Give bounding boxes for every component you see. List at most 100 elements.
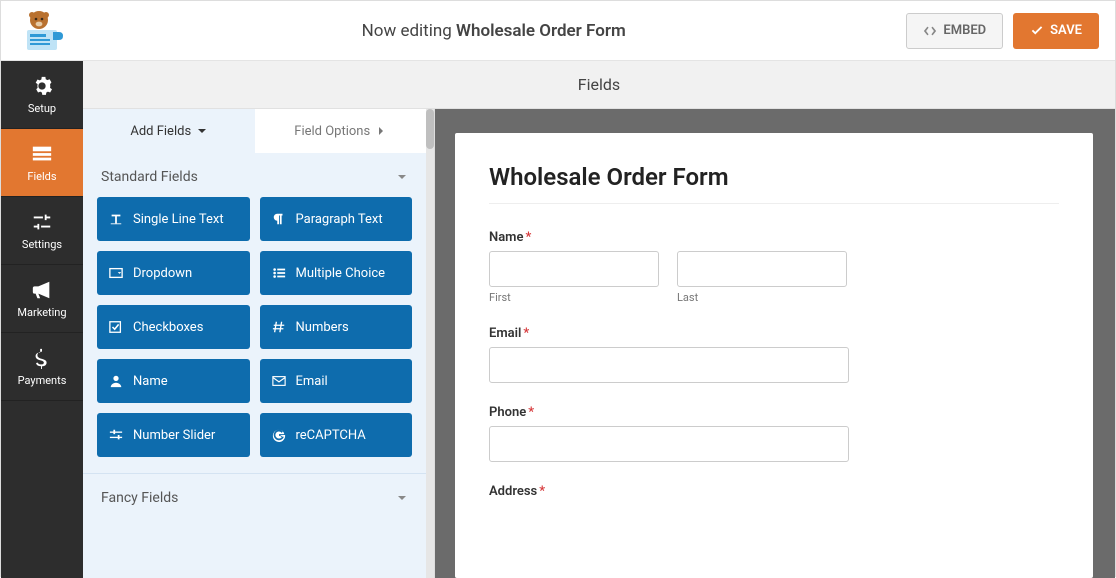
field-btn-multiple-choice[interactable]: Multiple Choice bbox=[260, 251, 413, 295]
dollar-icon bbox=[31, 347, 53, 369]
field-btn-single-line-text[interactable]: Single Line Text bbox=[97, 197, 250, 241]
divider bbox=[489, 203, 1059, 204]
nav-item-marketing[interactable]: Marketing bbox=[1, 265, 83, 333]
name-label: Name* bbox=[489, 230, 1059, 245]
nav-label: Setup bbox=[28, 102, 56, 115]
label-text: Name bbox=[489, 230, 523, 245]
editing-title: Now editing Wholesale Order Form bbox=[81, 21, 906, 41]
check-icon bbox=[1030, 24, 1044, 38]
tab-label: Add Fields bbox=[130, 124, 191, 139]
field-btn-number-slider[interactable]: Number Slider bbox=[97, 413, 250, 457]
group-standard-fields[interactable]: Standard Fields bbox=[83, 153, 426, 197]
form-icon bbox=[31, 143, 53, 165]
label-text: Phone bbox=[489, 405, 526, 420]
field-btn-label: Number Slider bbox=[133, 428, 215, 443]
form-row-address: Address* bbox=[489, 484, 1059, 499]
tab-field-options[interactable]: Field Options bbox=[255, 109, 427, 153]
section-heading: Fields bbox=[83, 61, 1115, 109]
paragraph-icon bbox=[272, 212, 286, 226]
last-name-input[interactable] bbox=[677, 251, 847, 287]
embed-label: EMBED bbox=[943, 23, 986, 38]
field-btn-dropdown[interactable]: Dropdown bbox=[97, 251, 250, 295]
nav-label: Payments bbox=[18, 374, 67, 387]
preview-wrap: Wholesale Order Form Name* First Last bbox=[435, 109, 1115, 578]
gear-icon bbox=[31, 75, 53, 97]
split: Add Fields Field Options Standard Fields bbox=[83, 109, 1115, 578]
nav-item-settings[interactable]: Settings bbox=[1, 197, 83, 265]
form-row-email: Email* bbox=[489, 326, 1059, 383]
address-label: Address* bbox=[489, 484, 1059, 499]
form-title: Wholesale Order Form bbox=[489, 163, 1059, 191]
embed-button[interactable]: EMBED bbox=[906, 13, 1003, 49]
chevron-down-icon bbox=[396, 171, 408, 183]
user-icon bbox=[109, 374, 123, 388]
sliders-icon bbox=[31, 211, 53, 233]
preview-card: Wholesale Order Form Name* First Last bbox=[455, 133, 1093, 578]
chevron-right-icon bbox=[376, 126, 386, 136]
nav-label: Settings bbox=[22, 238, 62, 251]
label-text: Email bbox=[489, 326, 521, 341]
nav-sidebar: Setup Fields Settings Marketing Payments bbox=[1, 61, 83, 578]
field-btn-label: Numbers bbox=[296, 320, 349, 335]
field-btn-name[interactable]: Name bbox=[97, 359, 250, 403]
field-btn-email[interactable]: Email bbox=[260, 359, 413, 403]
field-btn-label: reCAPTCHA bbox=[296, 428, 366, 443]
tab-label: Field Options bbox=[294, 124, 370, 139]
scrollbar[interactable] bbox=[426, 109, 434, 578]
now-editing-text: Now editing bbox=[362, 21, 456, 41]
email-input[interactable] bbox=[489, 347, 849, 383]
field-btn-checkboxes[interactable]: Checkboxes bbox=[97, 305, 250, 349]
field-btn-numbers[interactable]: Numbers bbox=[260, 305, 413, 349]
email-label: Email* bbox=[489, 326, 1059, 341]
save-label: SAVE bbox=[1050, 23, 1082, 38]
group-label: Standard Fields bbox=[101, 169, 198, 185]
field-grid: Single Line Text Paragraph Text Dropdown bbox=[83, 197, 426, 471]
hash-icon bbox=[272, 320, 286, 334]
nav-item-payments[interactable]: Payments bbox=[1, 333, 83, 401]
chevron-down-icon bbox=[197, 126, 207, 136]
first-name-input[interactable] bbox=[489, 251, 659, 287]
nav-item-setup[interactable]: Setup bbox=[1, 61, 83, 129]
field-btn-recaptcha[interactable]: reCAPTCHA bbox=[260, 413, 413, 457]
form-row-name: Name* First Last bbox=[489, 230, 1059, 304]
form-name: Wholesale Order Form bbox=[456, 21, 626, 41]
panel-tabs: Add Fields Field Options bbox=[83, 109, 426, 153]
group-fancy-fields[interactable]: Fancy Fields bbox=[83, 473, 426, 518]
required-asterisk: * bbox=[523, 326, 529, 341]
nav-item-fields[interactable]: Fields bbox=[1, 129, 83, 197]
phone-input[interactable] bbox=[489, 426, 849, 462]
envelope-icon bbox=[272, 374, 286, 388]
list-icon bbox=[272, 266, 286, 280]
top-header: Now editing Wholesale Order Form EMBED S… bbox=[1, 1, 1115, 61]
field-btn-label: Single Line Text bbox=[133, 212, 224, 227]
last-sublabel: Last bbox=[677, 291, 847, 304]
field-btn-label: Email bbox=[296, 374, 328, 389]
tab-add-fields[interactable]: Add Fields bbox=[83, 109, 255, 153]
field-btn-label: Dropdown bbox=[133, 266, 192, 281]
header-actions: EMBED SAVE bbox=[906, 13, 1099, 49]
field-btn-label: Name bbox=[133, 374, 168, 389]
dropdown-icon bbox=[109, 266, 123, 280]
label-text: Address bbox=[489, 484, 537, 499]
required-asterisk: * bbox=[525, 230, 531, 245]
checkbox-icon bbox=[109, 320, 123, 334]
required-asterisk: * bbox=[528, 405, 534, 420]
text-icon bbox=[109, 212, 123, 226]
field-btn-paragraph-text[interactable]: Paragraph Text bbox=[260, 197, 413, 241]
chevron-down-icon bbox=[396, 492, 408, 504]
logo-icon bbox=[13, 10, 65, 52]
bullhorn-icon bbox=[31, 279, 53, 301]
first-sublabel: First bbox=[489, 291, 659, 304]
save-button[interactable]: SAVE bbox=[1013, 13, 1099, 49]
field-btn-label: Multiple Choice bbox=[296, 266, 386, 281]
phone-label: Phone* bbox=[489, 405, 1059, 420]
code-icon bbox=[923, 24, 937, 38]
required-asterisk: * bbox=[539, 484, 545, 499]
content: Fields Add Fields Field Options bbox=[83, 61, 1115, 578]
main: Setup Fields Settings Marketing Payments… bbox=[1, 61, 1115, 578]
scrollbar-thumb[interactable] bbox=[426, 109, 434, 149]
logo bbox=[13, 10, 81, 52]
section-title: Fields bbox=[578, 75, 620, 94]
slider-icon bbox=[109, 428, 123, 442]
nav-label: Marketing bbox=[17, 306, 66, 319]
